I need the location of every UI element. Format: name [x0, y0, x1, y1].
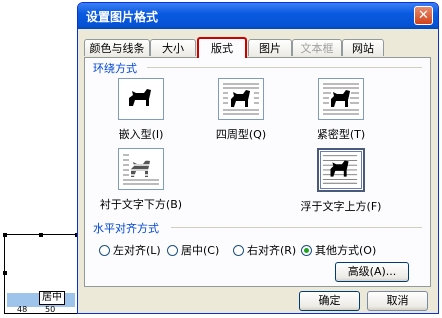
button-label: 确定: [318, 294, 341, 307]
behind-text-dog-icon: [118, 148, 164, 190]
tab-label: 网站: [352, 42, 374, 55]
radio-align-other[interactable]: 其他方式(O): [301, 242, 376, 258]
divider: [171, 227, 422, 228]
alignment-radio-group: 左对齐(L) 居中(C) 右对齐(R) 其他方式(O): [99, 242, 420, 258]
close-icon: ✕: [418, 8, 429, 23]
wrap-option-label: 浮于文字上方(F): [300, 200, 382, 213]
resize-handle[interactable]: [3, 271, 7, 275]
tab-colors-lines[interactable]: 颜色与线条: [84, 39, 150, 56]
radio-circle: [233, 244, 244, 256]
tab-label: 版式: [211, 42, 233, 55]
tab-label: 颜色与线条: [89, 42, 145, 55]
wrap-option-label: 嵌入型(I): [118, 128, 164, 141]
advanced-button[interactable]: 高级(A)...: [335, 262, 409, 282]
tab-label: 图片: [259, 42, 281, 55]
tight-dog-icon: [318, 78, 364, 120]
wrap-option-square[interactable]: 四周型(Q): [201, 78, 281, 142]
tab-web[interactable]: 网站: [342, 39, 384, 56]
format-picture-dialog: 设置图片格式 ✕ 颜色与线条 大小 版式 图片 文本框 网站 环绕方式 嵌入型(…: [77, 2, 439, 314]
tab-label: 大小: [162, 42, 184, 55]
resize-handle[interactable]: [3, 233, 7, 237]
radio-label: 右对齐(R): [247, 244, 297, 257]
layout-panel: 环绕方式 嵌入型(I) 四周型(Q) 紧密型(T) 衬于文字下方(B) 浮于文字…: [84, 57, 431, 287]
ok-button[interactable]: 确定: [299, 291, 360, 311]
radio-circle: [99, 244, 110, 256]
square-dog-icon: [218, 78, 264, 120]
wrap-option-in-front-of-text[interactable]: 浮于文字上方(F): [295, 148, 387, 214]
thumbnail-number-left: 48: [17, 305, 28, 314]
inline-dog-icon: [118, 78, 164, 120]
wrap-option-label: 衬于文字下方(B): [99, 198, 183, 211]
wrap-option-label: 四周型(Q): [215, 128, 267, 141]
wrap-style-group-label: 环绕方式: [93, 62, 137, 75]
horizontal-align-group-label: 水平对齐方式: [93, 222, 159, 235]
tab-picture[interactable]: 图片: [248, 39, 292, 56]
button-label: 高级(A)...: [347, 265, 397, 278]
close-button[interactable]: ✕: [414, 6, 433, 25]
dialog-title: 设置图片格式: [86, 10, 159, 24]
tab-text-box: 文本框: [292, 39, 342, 56]
radio-align-left[interactable]: 左对齐(L): [99, 242, 161, 258]
tab-layout[interactable]: 版式: [197, 37, 247, 58]
resize-handle[interactable]: [39, 233, 43, 237]
radio-circle: [167, 244, 178, 256]
wrap-option-inline[interactable]: 嵌入型(I): [101, 78, 181, 142]
tab-label: 文本框: [300, 42, 334, 55]
title-bar[interactable]: 设置图片格式 ✕: [78, 3, 438, 29]
wrap-option-label: 紧密型(T): [316, 128, 366, 141]
thumbnail-caption: 居中: [39, 291, 65, 305]
wrap-option-behind-text[interactable]: 衬于文字下方(B): [95, 148, 187, 212]
radio-align-center[interactable]: 居中(C): [167, 242, 219, 258]
tab-size[interactable]: 大小: [150, 39, 196, 56]
radio-label: 其他方式(O): [315, 244, 377, 257]
radio-circle: [301, 244, 312, 256]
document-thumbnail: 居中 48 50: [3, 233, 79, 314]
thumbnail-number-right: 50: [45, 305, 56, 314]
button-label: 取消: [386, 294, 409, 307]
radio-label: 左对齐(L): [113, 244, 161, 257]
radio-label: 居中(C): [181, 244, 220, 257]
radio-align-right[interactable]: 右对齐(R): [233, 242, 296, 258]
divider: [147, 67, 422, 68]
in-front-text-dog-icon: [317, 148, 365, 192]
wrap-option-tight[interactable]: 紧密型(T): [301, 78, 381, 142]
cancel-button[interactable]: 取消: [367, 291, 428, 311]
